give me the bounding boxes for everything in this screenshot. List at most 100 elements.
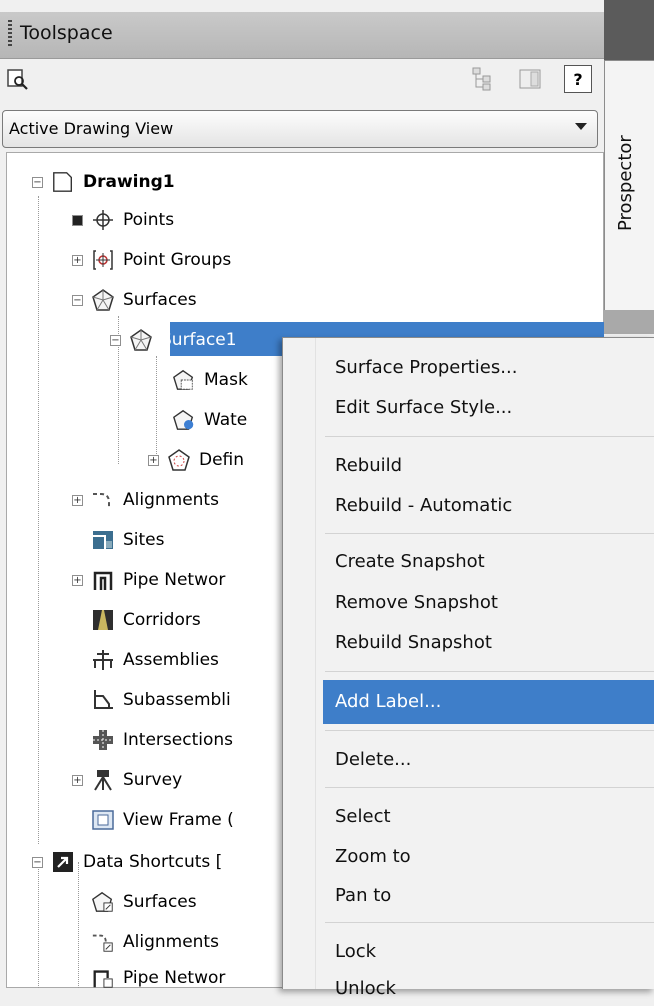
tree-item-watersheds[interactable]: Wate [172,404,247,436]
point-icon [91,208,115,232]
tree-item-label: View Frame ( [123,810,234,830]
menu-separator [325,787,654,788]
context-menu: Surface Properties... Edit Surface Style… [282,337,654,999]
collapse-icon[interactable]: − [32,176,43,188]
palette-titlebar[interactable]: Toolspace [0,12,604,59]
menu-item-unlock[interactable]: Unlock [335,972,396,1006]
tree-item-label: Pipe Networ [123,570,226,590]
tree-connector [38,862,39,988]
tree-item-survey[interactable]: + Survey [72,764,182,796]
find-icon[interactable] [4,65,32,93]
menu-item-surface-properties[interactable]: Surface Properties... [335,351,517,385]
tree-item-assemblies[interactable]: Assemblies [91,644,219,676]
menu-item-delete[interactable]: Delete... [335,743,411,777]
tree-item-view-frame-groups[interactable]: View Frame ( [91,804,234,836]
tree-item-label: Points [123,210,175,230]
menu-item-add-label[interactable]: Add Label... [335,685,441,719]
grip-handle[interactable] [8,20,12,46]
tree-item-label: Point Groups [123,250,232,270]
drawing-icon [51,170,75,194]
site-icon [91,528,115,552]
tree-item-label: Data Shortcuts [ [83,852,223,872]
chevron-down-icon[interactable] [575,123,587,130]
shortcut-icon [51,850,75,874]
tree-item-pipe-networks[interactable]: + Pipe Networ [72,564,225,596]
menu-item-rebuild[interactable]: Rebuild [335,449,402,483]
palette-title: Toolspace [20,22,113,44]
menu-separator [325,533,654,534]
menu-item-rebuild-automatic[interactable]: Rebuild - Automatic [335,489,512,523]
toolbar: ? [0,59,604,103]
tree-view-icon[interactable] [470,65,498,93]
menu-item-select[interactable]: Select [335,800,391,834]
menu-icon-gutter [283,338,316,989]
tab-strip [604,310,654,334]
definition-icon [167,448,191,472]
menu-item-create-snapshot[interactable]: Create Snapshot [335,545,485,579]
tree-item-ds-surfaces[interactable]: Surfaces [91,886,197,918]
background-strip [604,0,654,60]
tree-item-label: Corridors [123,610,201,630]
expand-icon[interactable] [72,214,83,226]
surface-icon [91,288,115,312]
tree-item-surfaces[interactable]: − Surfaces [72,284,197,316]
survey-icon [91,768,115,792]
tree-item-subassemblies[interactable]: Subassembli [91,684,231,716]
tree-item-label: Drawing1 [83,172,175,192]
menu-separator [325,671,654,672]
menu-item-zoom-to[interactable]: Zoom to [335,840,411,874]
menu-item-remove-snapshot[interactable]: Remove Snapshot [335,586,498,620]
alignment-shortcut-icon [91,930,115,954]
item-view-icon[interactable] [516,65,544,93]
menu-separator [325,922,654,923]
tree-item-ds-alignments[interactable]: Alignments [91,926,219,958]
expand-icon[interactable]: + [72,574,83,586]
collapse-icon[interactable]: − [110,334,121,346]
tree-item-points[interactable]: Points [72,204,174,236]
subassembly-icon [91,688,115,712]
help-button[interactable]: ? [564,65,592,93]
tree-item-definition[interactable]: + Defin [148,444,244,476]
intersection-icon [91,728,115,752]
tab-prospector[interactable]: Prospector [604,60,654,311]
tree-item-label: Subassembli [123,690,231,710]
collapse-icon[interactable]: − [32,856,43,868]
menu-item-rebuild-snapshot[interactable]: Rebuild Snapshot [335,626,492,660]
collapse-icon[interactable]: − [72,294,83,306]
tree-item-label: Surfaces [123,892,197,912]
tree-item-data-shortcuts[interactable]: − Data Shortcuts [ [32,846,222,878]
menu-item-pan-to[interactable]: Pan to [335,879,391,913]
point-group-icon [91,248,115,272]
tree-item-corridors[interactable]: Corridors [91,604,201,636]
tree-item-ds-pipe-networks[interactable]: Pipe Networ [91,962,225,994]
tree-item-sites[interactable]: Sites [91,524,165,556]
watershed-icon [172,408,196,432]
menu-item-edit-surface-style[interactable]: Edit Surface Style... [335,391,512,425]
tree-item-label: Surface1 [161,330,237,350]
tree-item-drawing1[interactable]: − Drawing1 [32,166,175,198]
tree-connector [78,862,79,988]
expand-icon[interactable]: + [72,494,83,506]
menu-item-lock[interactable]: Lock [335,935,376,969]
tree-item-point-groups[interactable]: + Point Groups [72,244,231,276]
expand-icon[interactable]: + [72,254,83,266]
tree-item-masks[interactable]: Mask [172,364,248,396]
pipe-network-icon [91,568,115,592]
view-select-value: Active Drawing View [9,119,174,138]
tree-item-surface1[interactable]: − Surface1 [110,324,237,356]
tree-item-label: Mask [204,370,248,390]
mask-icon [172,368,196,392]
tree-item-label: Wate [204,410,248,430]
tree-connector [38,196,39,844]
tree-item-label: Surfaces [123,290,197,310]
tree-item-label: Intersections [123,730,233,750]
pipe-network-shortcut-icon [91,966,115,990]
view-select[interactable]: Active Drawing View [2,110,598,148]
expand-icon[interactable]: + [148,454,159,466]
menu-separator [325,730,654,731]
tree-item-intersections[interactable]: Intersections [91,724,233,756]
alignment-icon [91,488,115,512]
tree-item-alignments[interactable]: + Alignments [72,484,219,516]
tree-item-label: Alignments [123,490,219,510]
expand-icon[interactable]: + [72,774,83,786]
